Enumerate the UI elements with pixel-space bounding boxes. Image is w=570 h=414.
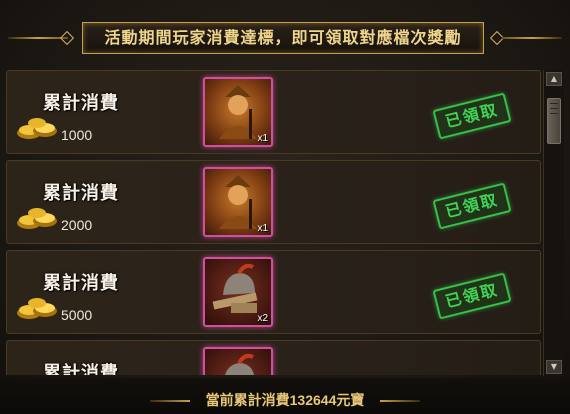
total-spending-value: 132644 (289, 392, 337, 408)
reward-quantity: x2 (257, 313, 268, 324)
event-banner: 活動期間玩家消費達標，即可領取對應檔次獎勵 (0, 18, 570, 58)
total-spending-text: 當前累計消費132644元寶 (0, 390, 570, 410)
banner-right-ornament (502, 37, 562, 39)
gold-ingot-icon (17, 118, 57, 139)
scrollbar-thumb[interactable] (547, 98, 561, 144)
tier-title: 累計消費 (43, 93, 119, 114)
banner-text: 活動期間玩家消費達標，即可領取對應檔次獎勵 (104, 28, 462, 47)
total-spending-prefix: 當前累計消費 (205, 393, 290, 409)
reward-item-slot[interactable]: x1 (203, 77, 273, 147)
tier-title: 累計消費 (43, 363, 119, 375)
helmet-icon (225, 353, 255, 375)
reward-tier-list[interactable]: 累計消費 1000 x1 已領取 累計消費 2000 x1 已領取 累計消費 5… (6, 70, 541, 375)
reward-item-slot[interactable]: x2 (203, 257, 273, 327)
claimed-stamp: 已領取 (432, 272, 512, 320)
tier-title: 累計消費 (43, 183, 119, 204)
total-spending-suffix: 元寶 (336, 393, 365, 409)
banner-box: 活動期間玩家消費達標，即可領取對應檔次獎勵 (82, 22, 484, 54)
reward-tier-row: 累計消費 (6, 340, 541, 375)
gold-ingot-icon (17, 298, 57, 319)
reward-quantity: x1 (257, 133, 268, 144)
scrollbar[interactable]: ▲ ▼ (543, 70, 564, 376)
claimed-stamp: 已領取 (432, 182, 512, 230)
reward-item-slot[interactable] (203, 347, 273, 375)
reward-tier-row: 累計消費 2000 x1 已領取 (6, 160, 541, 244)
reward-tier-row: 累計消費 5000 x2 已領取 (6, 250, 541, 334)
reward-item-slot[interactable]: x1 (203, 167, 273, 237)
tier-amount: 2000 (61, 217, 93, 233)
tier-amount: 1000 (61, 127, 93, 143)
reward-tier-row: 累計消費 1000 x1 已領取 (6, 70, 541, 154)
claimed-stamp: 已領取 (432, 92, 512, 140)
gold-ingot-icon (17, 208, 57, 229)
tier-title: 累計消費 (43, 273, 119, 294)
scroll-down-arrow-icon[interactable]: ▼ (546, 360, 562, 374)
footer-bar: 當前累計消費132644元寶 (0, 378, 570, 414)
diamond-ornament-icon (59, 30, 75, 46)
tier-amount: 5000 (61, 307, 93, 323)
reward-quantity: x1 (257, 223, 268, 234)
scroll-up-arrow-icon[interactable]: ▲ (546, 72, 562, 86)
